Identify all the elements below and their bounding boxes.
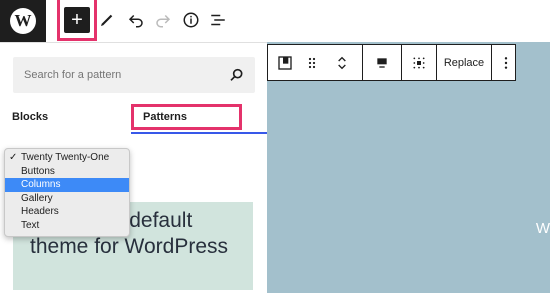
replace-button[interactable]: Replace (437, 45, 491, 80)
image-block-icon (278, 55, 292, 70)
wordpress-logo-icon: W (10, 8, 36, 34)
undo-icon (128, 14, 143, 28)
align-button[interactable] (363, 45, 401, 80)
tab-blocks[interactable]: Blocks (12, 104, 48, 130)
edit-tools-button[interactable] (96, 9, 118, 31)
options-group (492, 45, 519, 80)
category-option-buttons[interactable]: Buttons (5, 165, 129, 179)
category-option-label: Buttons (21, 165, 55, 177)
more-options-icon (504, 56, 507, 69)
pattern-search-input[interactable] (24, 57, 224, 93)
move-block-buttons[interactable] (322, 45, 362, 80)
list-view-button[interactable] (207, 9, 229, 31)
category-option-columns[interactable]: Columns (5, 178, 129, 192)
active-tab-indicator (131, 132, 267, 134)
checkmark-icon: ✓ (9, 152, 18, 163)
pattern-category-dropdown[interactable]: ✓ Twenty Twenty-One Buttons Columns Gall… (4, 148, 130, 237)
canvas-text-fragment: W (535, 220, 550, 237)
category-option-label: Headers (21, 206, 59, 218)
more-options-button[interactable] (492, 45, 519, 80)
tab-patterns[interactable]: Patterns (131, 104, 242, 130)
details-button[interactable] (180, 9, 202, 31)
category-option-text[interactable]: Text (5, 219, 129, 233)
replace-group: Replace (437, 45, 492, 80)
drag-handle-icon (308, 57, 316, 68)
category-option-gallery[interactable]: Gallery (5, 192, 129, 206)
category-option-label: Columns (21, 179, 61, 191)
undo-button[interactable] (125, 9, 147, 31)
fullwidth-icon (413, 56, 425, 69)
align-icon (377, 57, 387, 68)
category-option-twenty-twenty-one[interactable]: ✓ Twenty Twenty-One (5, 151, 129, 165)
list-view-icon (211, 14, 225, 26)
category-option-label: Twenty Twenty-One (21, 152, 110, 163)
block-type-button[interactable] (268, 45, 302, 80)
block-switcher-group (268, 45, 363, 80)
block-toolbar: Replace (267, 44, 516, 81)
tab-patterns-label: Patterns (143, 111, 188, 123)
redo-button[interactable] (152, 9, 174, 31)
fullwidth-button[interactable] (402, 45, 436, 80)
tab-blocks-label: Blocks (12, 111, 49, 123)
wordpress-logo-button[interactable]: W (0, 0, 46, 42)
add-block-button[interactable]: + (64, 7, 90, 33)
redo-icon (156, 14, 171, 28)
info-icon (183, 12, 199, 28)
plus-icon: + (71, 9, 83, 31)
align-group (363, 45, 402, 80)
fullwidth-group (402, 45, 437, 80)
category-option-label: Gallery (21, 192, 53, 204)
pencil-icon (101, 14, 113, 26)
pattern-search (13, 57, 255, 93)
drag-handle[interactable] (302, 45, 322, 80)
move-arrows-icon (338, 56, 346, 69)
replace-button-label: Replace (443, 56, 485, 69)
category-option-label: Text (21, 219, 40, 231)
category-option-headers[interactable]: Headers (5, 205, 129, 219)
search-icon (230, 68, 243, 81)
